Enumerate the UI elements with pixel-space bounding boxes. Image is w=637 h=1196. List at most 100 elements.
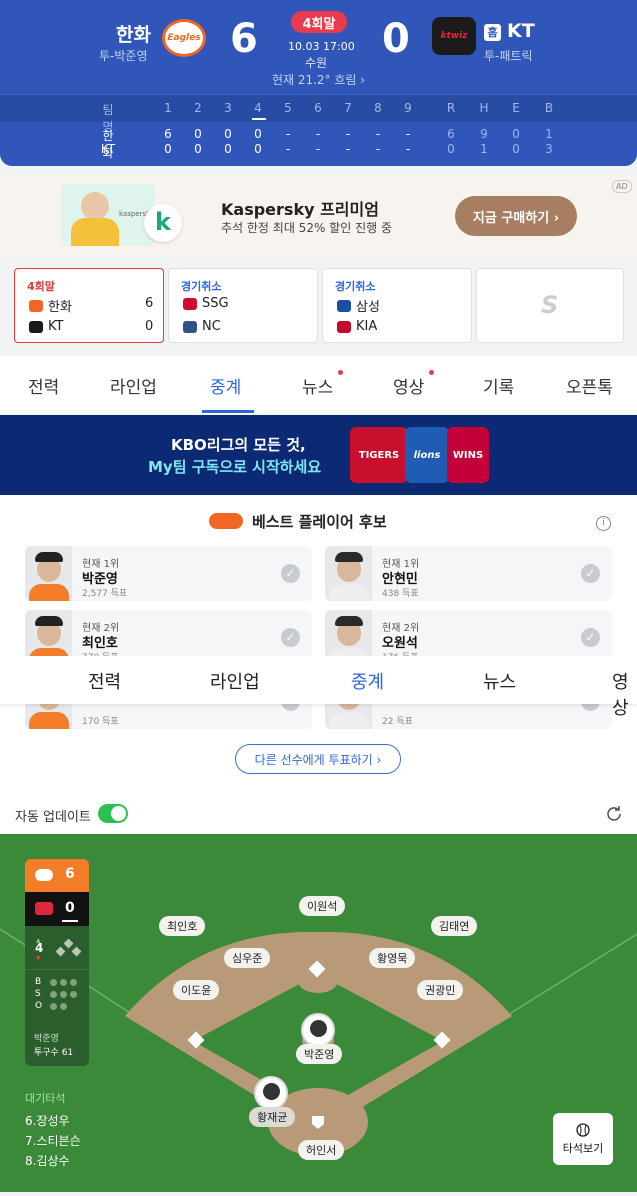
fielder-3b[interactable]: 이도윤	[173, 980, 220, 1000]
check-icon[interactable]: ✓	[581, 564, 600, 583]
count-dot	[60, 991, 67, 998]
ad-badge: AD	[612, 180, 632, 193]
linescore-header-cell: 3	[224, 101, 232, 115]
banner-line1: KBO리그의 모든 것,	[171, 436, 306, 454]
toggle-knob	[111, 806, 126, 821]
kt-mini-icon	[35, 902, 53, 915]
check-icon[interactable]: ✓	[581, 628, 600, 647]
waiting-batter-3[interactable]: 8.김상수	[25, 1152, 70, 1169]
twins-card: WINS	[447, 427, 489, 483]
tab-lineup[interactable]: 라인업	[110, 373, 157, 398]
fielder-ss[interactable]: 심우준	[224, 948, 271, 968]
person-body	[71, 218, 119, 246]
sticky-tab-power[interactable]: 전력	[88, 668, 121, 694]
auto-update-bar: 자동 업데이트	[0, 795, 637, 835]
fielder-rf[interactable]: 김태연	[431, 916, 478, 936]
game-datetime: 10.03 17:00	[288, 40, 355, 53]
current-inning-marker	[252, 118, 266, 120]
waiting-title: 대기타석	[25, 1092, 66, 1105]
fielder-pitcher[interactable]: 박준영	[296, 1044, 343, 1064]
home-pitcher[interactable]: 투-패트릭	[484, 47, 533, 64]
check-icon[interactable]: ✓	[281, 628, 300, 647]
weather-link[interactable]: 현재 21.2° 흐림 ›	[0, 71, 637, 88]
news-new-dot	[338, 370, 343, 375]
player-name: 오원석	[382, 636, 418, 651]
tab-lineup-power[interactable]: 전력	[28, 373, 59, 398]
mini-away-score: 6	[65, 866, 75, 882]
linescore-header-cell: 7	[344, 101, 352, 115]
team-row: SSG	[183, 296, 229, 311]
count-dot	[50, 979, 57, 986]
sticky-tab-video[interactable]: 영상	[612, 668, 637, 720]
away-team-name[interactable]: 한화	[116, 20, 151, 47]
home-team-name[interactable]: KT	[507, 20, 535, 42]
eagles-logo[interactable]: Eagles	[162, 19, 206, 57]
ktwiz-logo[interactable]: ktwiz	[432, 17, 476, 55]
hanwha-icon	[29, 299, 43, 312]
linescore-cell: 1	[545, 127, 553, 141]
fielder-2b[interactable]: 황영묵	[369, 948, 416, 968]
tab-broadcast[interactable]: 중계	[210, 373, 241, 398]
score-header: 한화 투-박준영 Eagles 6 4회말 10.03 17:00 수원 0 k…	[0, 0, 637, 166]
team-name: KT	[48, 319, 64, 334]
ad-image: kaspersky	[61, 184, 155, 246]
sticky-tab-broadcast[interactable]: 중계	[351, 668, 384, 694]
sticky-tab-lineup[interactable]: 라인업	[210, 668, 260, 694]
waiting-batter-1[interactable]: 6.장성우	[25, 1112, 70, 1129]
fielder-c[interactable]: 허인서	[298, 1140, 345, 1160]
tab-video[interactable]: 영상	[393, 373, 424, 398]
game-card-ssg-nc[interactable]: 경기취소 SSG NC	[168, 268, 318, 343]
kt-icon	[29, 320, 43, 333]
linescore-header-cell: 6	[314, 101, 322, 115]
game-card-samsung-kia[interactable]: 경기취소 삼성 KIA	[322, 268, 472, 343]
away-score: 6	[230, 16, 258, 62]
batter-label[interactable]: 황재균	[249, 1107, 296, 1127]
linescore-cell: -	[405, 127, 411, 141]
stadium: 수원	[305, 56, 328, 70]
linescore-cell: 0	[254, 127, 262, 141]
team-score: 0	[145, 319, 154, 334]
count-dot	[50, 991, 57, 998]
linescore-cell: -	[375, 142, 381, 156]
player-card[interactable]: 현재 1위 박준영 2,577 득표 ✓	[25, 546, 312, 601]
pitcher-face	[310, 1020, 327, 1037]
game-status: 경기취소	[335, 280, 376, 293]
linescore-cell: -	[345, 142, 351, 156]
tigers-card: TIGERS	[350, 427, 408, 483]
sticky-tabs: 전력 라인업 중계 뉴스 영상	[0, 656, 637, 719]
tab-news[interactable]: 뉴스	[302, 373, 333, 398]
game-card-hanwha-kt[interactable]: 4회말 한화 6 KT 0	[14, 268, 164, 343]
away-pitcher[interactable]: 투-박준영	[99, 47, 148, 64]
count-label: O	[35, 1001, 43, 1011]
banner-line2: My팀 구독으로 시작하세요	[148, 458, 322, 476]
pitcher-avatar[interactable]	[301, 1013, 335, 1047]
auto-update-toggle[interactable]	[98, 804, 128, 823]
buy-now-button[interactable]: 지금 구매하기 ›	[455, 196, 577, 236]
refresh-icon[interactable]	[604, 804, 624, 824]
linescore-cell: -	[375, 127, 381, 141]
player-votes: 22 득표	[382, 717, 413, 727]
linescore-cell: 0	[164, 142, 172, 156]
subscribe-banner[interactable]: KBO리그의 모든 것, My팀 구독으로 시작하세요 TIGERS lions…	[0, 415, 637, 495]
game-card-more[interactable]: S	[476, 268, 624, 343]
ssg-icon	[183, 297, 197, 310]
waiting-batter-2[interactable]: 7.스티븐슨	[25, 1132, 81, 1149]
linescore-header-cell: 9	[404, 101, 412, 115]
linescore-header-cell: 2	[194, 101, 202, 115]
tab-opentalk[interactable]: 오픈톡	[566, 373, 613, 398]
fielder-1b[interactable]: 권광민	[417, 980, 464, 1000]
info-icon[interactable]: i	[596, 516, 611, 531]
sticky-tab-news[interactable]: 뉴스	[483, 668, 516, 694]
player-card[interactable]: 현재 1위 안현민 438 득표 ✓	[325, 546, 612, 601]
at-bat-view-button[interactable]: 타석보기	[553, 1113, 613, 1165]
divider	[25, 969, 89, 970]
linescore-cell: 6	[164, 127, 172, 141]
batter-avatar[interactable]	[254, 1076, 288, 1110]
player-photo	[325, 546, 372, 601]
tab-records[interactable]: 기록	[483, 373, 514, 398]
fielder-lf[interactable]: 최인호	[159, 916, 206, 936]
linescore-cell: -	[315, 142, 321, 156]
fielder-cf[interactable]: 이원석	[299, 896, 346, 916]
check-icon[interactable]: ✓	[281, 564, 300, 583]
vote-other-player-button[interactable]: 다른 선수에게 투표하기 ›	[235, 744, 401, 774]
